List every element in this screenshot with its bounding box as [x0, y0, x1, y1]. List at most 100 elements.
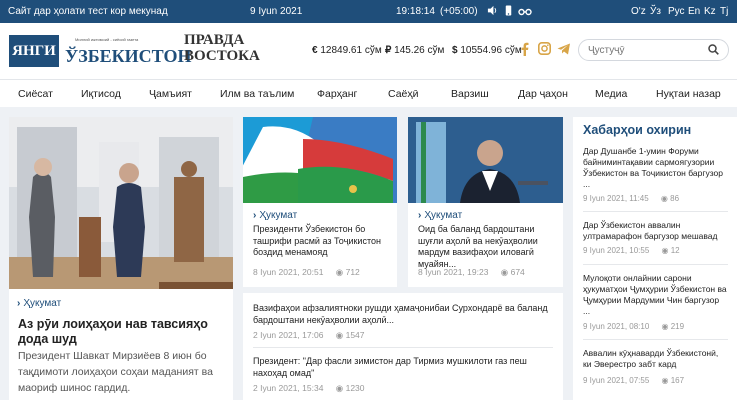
main-story-category[interactable]: › Ҳукумат	[17, 298, 61, 309]
sidebar-item-meta: 9 Iyun 2021, 10:55 ◉ 12	[583, 246, 680, 255]
card-meta: 8 Iyun 2021, 20:51 ◉ 712	[253, 267, 360, 278]
logo-tagline: Миллий ижтимоий - сиёсий газета	[75, 37, 139, 42]
main-story-excerpt: Президент Шавкат Мирзиёев 8 июн бо тақди…	[18, 350, 213, 394]
mobile-icon[interactable]	[505, 5, 512, 16]
eye-icon: ◉	[661, 322, 669, 331]
sidebar-divider	[583, 339, 728, 340]
flags-image[interactable]	[243, 117, 397, 203]
instagram-icon[interactable]	[538, 42, 551, 55]
lang-en[interactable]: En	[688, 6, 700, 17]
site-header: ЯНГИ Миллий ижтимоий - сиёсий газета ЎЗБ…	[0, 23, 737, 79]
telegram-icon[interactable]	[557, 43, 571, 55]
sidebar-item-date: 9 Iyun 2021, 10:55	[583, 246, 650, 255]
nav-item-nuqtai-nazar[interactable]: Нуқтаи назар	[656, 88, 721, 100]
sidebar-divider	[583, 211, 728, 212]
eye-icon: ◉	[661, 376, 669, 385]
nav-item-siyosat[interactable]: Сиёсат	[18, 88, 53, 100]
news-card[interactable]: › Ҳукумат Президенти Ўзбекистон бо ташриф…	[243, 117, 397, 287]
lang-tj[interactable]: Tj	[720, 6, 728, 17]
sidebar-item-views: 12	[670, 246, 680, 255]
card-date: 8 Iyun 2021, 19:23	[418, 267, 489, 277]
card-category[interactable]: › Ҳукумат	[253, 210, 297, 221]
card-title[interactable]: Оид ба баланд бардоштани шуғли аҳолӣ ва …	[418, 224, 560, 270]
sidebar-item-meta: 9 Iyun 2021, 08:10 ◉ 219	[583, 322, 684, 331]
main-story-title[interactable]: Аз рӯи лоиҳаҳои нав тавсияҳо дода шуд	[18, 317, 226, 347]
timezone: (+05:00)	[440, 6, 478, 17]
card-date: 8 Iyun 2021, 20:51	[253, 267, 324, 277]
facebook-icon[interactable]	[521, 42, 529, 56]
chevron-right-icon: ›	[418, 210, 422, 221]
eye-icon: ◉	[335, 383, 344, 393]
search-icon[interactable]	[708, 44, 719, 55]
sidebar-item-date: 9 Iyun 2021, 11:45	[583, 194, 649, 203]
eye-icon: ◉	[335, 267, 344, 277]
logo2-line1: ПРАВДА	[184, 32, 245, 48]
lang-uz-latin[interactable]: O'z	[631, 6, 646, 17]
sidebar-item-views: 167	[670, 376, 685, 385]
list-item-meta: 2 Iyun 2021, 15:34 ◉ 1230	[253, 383, 365, 394]
yangi-uzbekiston-logo[interactable]: ЯНГИ Миллий ижтимоий - сиёсий газета ЎЗБ…	[9, 35, 191, 67]
nav-item-jamiyat[interactable]: Ҷамъият	[149, 88, 192, 100]
chevron-right-icon: ›	[253, 210, 257, 221]
news-list: Вазифаҳои афзалиятноки рушди ҳамаҷонибаи…	[243, 293, 563, 400]
eye-icon: ◉	[660, 194, 668, 203]
nav-item-iqtisod[interactable]: Иқтисод	[81, 88, 121, 100]
nav-item-ilm[interactable]: Илм ва таълим	[220, 88, 294, 100]
search-input[interactable]	[588, 43, 698, 57]
sidebar-item-title[interactable]: Аввалин кӯҳнаварди Ўзбекистонӣ, ки Эвере…	[583, 348, 728, 370]
rate-eur-value: 12849.61 сўм	[320, 45, 382, 56]
rate-rub-value: 145.26 сўм	[394, 45, 445, 56]
main-story-card[interactable]: › Ҳукумат Аз рӯи лоиҳаҳои нав тавсияҳо до…	[9, 117, 233, 400]
eye-icon: ◉	[661, 246, 669, 255]
card-views: 674	[510, 267, 525, 277]
nav-item-dar-jahon[interactable]: Дар ҷаҳон	[518, 88, 568, 100]
logo-name: ЎЗБЕКИСТОН	[65, 46, 192, 66]
eye-icon: ◉	[500, 267, 509, 277]
top-bar: Сайт дар ҳолати тест кор мекунад 9 Iyun …	[0, 0, 737, 23]
list-item-date: 2 Iyun 2021, 17:06	[253, 330, 324, 340]
beta-notice: Сайт дар ҳолати тест кор мекунад	[8, 6, 168, 17]
sidebar-item-views: 86	[670, 194, 680, 203]
rate-rub-symbol: ₽	[385, 45, 392, 56]
search-box[interactable]	[578, 39, 729, 61]
sidebar-title: Хабарҳои охирин	[583, 123, 692, 137]
list-item-views: 1230	[345, 383, 365, 393]
list-divider	[253, 347, 553, 348]
card-category-label: Ҳукумат	[259, 210, 298, 221]
card-meta: 8 Iyun 2021, 19:23 ◉ 674	[418, 267, 525, 278]
lang-ru[interactable]: Рус	[668, 6, 685, 17]
current-date: 9 Iyun 2021	[250, 6, 303, 17]
rate-usd-symbol: $	[452, 45, 458, 56]
nav-item-varzish[interactable]: Варзиш	[451, 88, 489, 100]
list-item-title[interactable]: Вазифаҳои афзалиятноки рушди ҳамаҷонибаи…	[253, 303, 553, 326]
list-item-title[interactable]: Президент: "Дар фасли зимистон дар Тирми…	[253, 356, 553, 379]
glasses-icon[interactable]	[518, 5, 532, 16]
main-story-category-label: Ҳукумат	[23, 298, 62, 309]
main-story-image[interactable]	[9, 117, 233, 289]
card-category[interactable]: › Ҳукумат	[418, 210, 462, 221]
lang-uz-cyrillic[interactable]: Ўз	[650, 6, 661, 17]
logo-box: ЯНГИ	[9, 35, 59, 67]
nav-item-sayohi[interactable]: Саёҳӣ	[388, 88, 419, 100]
rate-rub: ₽ 145.26 сўм	[385, 45, 444, 56]
nav-item-media[interactable]: Медиа	[595, 88, 627, 100]
list-item-views: 1547	[345, 330, 365, 340]
sidebar-item-title[interactable]: Дар Душанбе 1-умин Форуми байниминтақави…	[583, 146, 728, 190]
nav-item-farhang[interactable]: Фарҳанг	[317, 88, 357, 100]
sidebar-item-title[interactable]: Дар Ўзбекистон аввалин ултрамарафон барг…	[583, 220, 728, 242]
pravda-vostoka-logo[interactable]: ПРАВДА ВОСТОКА	[184, 32, 260, 70]
sidebar-item-views: 219	[670, 322, 685, 331]
lang-kz[interactable]: Kz	[704, 6, 716, 17]
rate-eur: € 12849.61 сўм	[312, 45, 382, 56]
video-conference-image[interactable]	[408, 117, 563, 203]
rate-eur-symbol: €	[312, 45, 318, 56]
main-nav: Сиёсат Иқтисод Ҷамъият Илм ва таълим Фар…	[0, 79, 737, 107]
eye-icon: ◉	[335, 330, 344, 340]
sidebar-item-meta: 9 Iyun 2021, 11:45 ◉ 86	[583, 194, 679, 203]
card-title[interactable]: Президенти Ўзбекистон бо ташрифи расмӣ а…	[253, 224, 393, 259]
card-category-label: Ҳукумат	[424, 210, 463, 221]
sidebar-item-title[interactable]: Мулоқоти онлайнии сарони ҳукуматҳои Ҷумҳ…	[583, 273, 728, 317]
volume-icon[interactable]	[487, 5, 498, 16]
rate-usd: $ 10554.96 сўм	[452, 45, 522, 56]
news-card[interactable]: › Ҳукумат Оид ба баланд бардоштани шуғли …	[408, 117, 563, 287]
